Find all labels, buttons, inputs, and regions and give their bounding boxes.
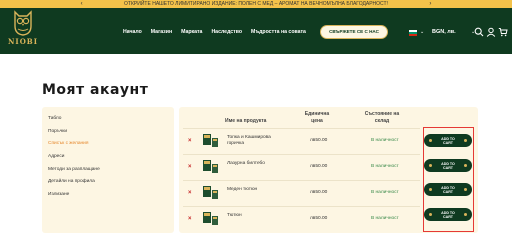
col-header-unit-price: Единична цена [304, 111, 330, 124]
main-nav: Начало Магазин Марката Наследство Мъдрос… [123, 29, 306, 35]
col-header-stock-status: Състояние на склад [364, 111, 400, 124]
table-row: × Меден тютюн лв50.00 В наличност [183, 180, 420, 204]
product-price: лв50.00 [310, 190, 328, 195]
sidebar-item-orders[interactable]: Поръчки [48, 128, 174, 141]
sidebar-item-logout[interactable]: Излизане [48, 191, 174, 204]
stock-status: В наличност [371, 190, 399, 195]
product-name[interactable]: Меден тютюн [227, 187, 287, 193]
page-title: Моят акаунт [42, 82, 149, 98]
product-name[interactable]: Топка и Кашмирова горичка [227, 135, 287, 147]
add-to-cart-button[interactable]: ADD TO CART [424, 159, 472, 172]
search-icon[interactable] [474, 27, 484, 37]
logo[interactable]: NIOBI [6, 10, 40, 50]
sidebar-item-payment-methods[interactable]: Методи за разплащане [48, 166, 174, 179]
contact-button[interactable]: СВЪРЖЕТЕ СЕ С НАС [320, 25, 388, 39]
product-name[interactable]: Лазурна билтебо [227, 161, 287, 167]
stock-status: В наличност [371, 216, 399, 221]
product-thumbnail[interactable] [202, 185, 220, 200]
cart-icon[interactable] [498, 27, 508, 37]
bulgarian-flag-icon[interactable] [409, 30, 417, 36]
sidebar-item-account-details[interactable]: Детайли на профила [48, 178, 174, 191]
chevron-left-icon[interactable]: ‹ [81, 0, 83, 8]
nav-item-shop[interactable]: Магазин [151, 29, 172, 35]
table-row: × Топка и Кашмирова горичка лв50.00 В на… [183, 128, 420, 152]
owl-logo-icon [14, 10, 32, 36]
user-icon[interactable] [486, 27, 496, 37]
add-to-cart-button[interactable]: ADD TO CART [424, 134, 472, 147]
remove-icon[interactable]: × [188, 138, 192, 144]
stock-status: В наличност [371, 164, 399, 169]
wishlist-table-header: Име на продукта Единична цена Състояние … [179, 107, 478, 128]
product-price: лв50.00 [310, 164, 328, 169]
nav-item-owl-wisdom[interactable]: Мъдростта на совата [251, 29, 306, 35]
stock-status: В наличност [371, 138, 399, 143]
sidebar-item-addresses[interactable]: Адреси [48, 153, 174, 166]
nav-item-home[interactable]: Начало [123, 29, 142, 35]
remove-icon[interactable]: × [188, 190, 192, 196]
table-row: × Тютюн лв50.00 В наличност [183, 206, 420, 230]
site-header: NIOBI Начало Магазин Марката Наследство … [0, 8, 512, 54]
account-sidebar: Табло Поръчки Списък с желания Адреси Ме… [42, 107, 174, 233]
chevron-down-icon[interactable]: ⌄ [420, 29, 424, 35]
sidebar-item-wishlist[interactable]: Списък с желания [48, 140, 174, 153]
product-price: лв50.00 [310, 216, 328, 221]
sidebar-item-dashboard[interactable]: Табло [48, 115, 174, 128]
logo-text: NIOBI [8, 37, 38, 46]
add-to-cart-button[interactable]: ADD TO CART [424, 183, 472, 196]
currency-selector[interactable]: BGN, лв. [432, 29, 456, 35]
product-name[interactable]: Тютюн [227, 213, 287, 219]
nav-item-brand[interactable]: Марката [181, 29, 202, 35]
remove-icon[interactable]: × [188, 164, 192, 170]
product-thumbnail[interactable] [202, 133, 220, 148]
nav-item-heritage[interactable]: Наследство [211, 29, 242, 35]
product-price: лв50.00 [310, 138, 328, 143]
promo-bar: ‹ ОТКРИЙТЕ НАШЕТО ЛИМИТИРАНО ИЗДАНИЕ: ПО… [0, 0, 512, 8]
chevron-right-icon[interactable]: › [429, 0, 431, 8]
product-thumbnail[interactable] [202, 159, 220, 174]
promo-text[interactable]: ОТКРИЙТЕ НАШЕТО ЛИМИТИРАНО ИЗДАНИЕ: ПОЛЕ… [124, 1, 388, 7]
product-thumbnail[interactable] [202, 211, 220, 226]
remove-icon[interactable]: × [188, 216, 192, 222]
col-header-name: Име на продукта [225, 118, 267, 124]
table-row: × Лазурна билтебо лв50.00 В наличност [183, 154, 420, 178]
add-to-cart-button[interactable]: ADD TO CART [424, 208, 472, 221]
